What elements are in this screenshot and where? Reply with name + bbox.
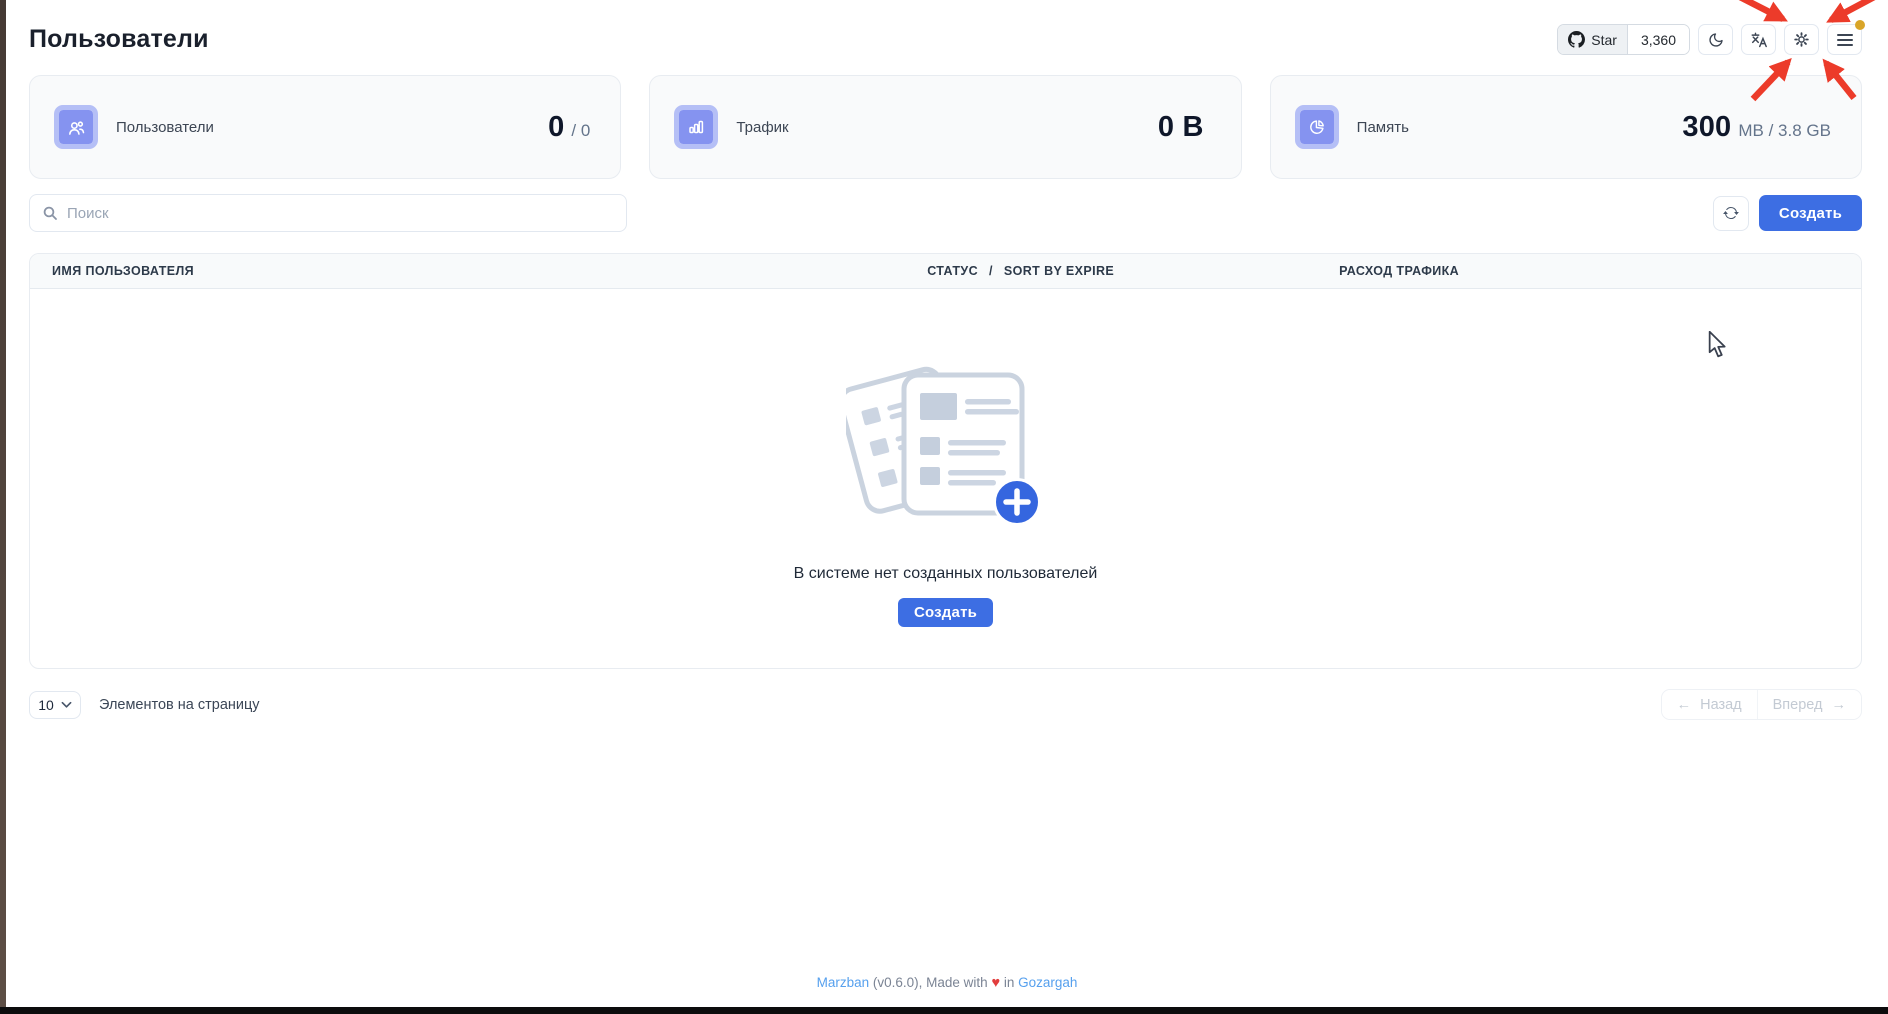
filter-row: Создать [29, 194, 1862, 232]
bar-chart-icon [674, 105, 718, 149]
language-button[interactable] [1741, 24, 1776, 55]
sort-by-expire[interactable]: SORT BY EXPIRE [1004, 264, 1114, 278]
settings-button[interactable] [1784, 24, 1819, 55]
page-size-value: 10 [38, 697, 54, 713]
stat-card-users: Пользователи 0 / 0 [29, 75, 621, 179]
dark-mode-button[interactable] [1698, 24, 1733, 55]
marzban-link[interactable]: Marzban [817, 975, 870, 990]
github-icon [1568, 31, 1585, 48]
pie-chart-icon [1295, 105, 1339, 149]
table-header-row: ИМЯ ПОЛЬЗОВАТЕЛЯ СТАТУС / SORT BY EXPIRE… [30, 254, 1861, 289]
footer-version-text: (v0.6.0), Made with [873, 975, 988, 990]
stat-label: Трафик [736, 119, 788, 136]
plus-icon [994, 480, 1039, 525]
pagination-nav: ← Назад Вперед → [1661, 689, 1862, 720]
github-star-label: Star [1591, 32, 1617, 48]
filter-actions: Создать [1713, 195, 1862, 231]
translate-icon [1750, 31, 1768, 49]
search-icon [42, 205, 58, 221]
column-header-status: СТАТУС / SORT BY EXPIRE [927, 264, 1339, 278]
empty-documents-illustration [846, 345, 1046, 529]
stat-card-memory: Память 300 MB / 3.8 GB [1270, 75, 1862, 179]
github-star-count[interactable]: 3,360 [1627, 25, 1689, 54]
topbar: Пользователи Star 3,360 [29, 0, 1862, 58]
stat-value: 300 MB / 3.8 GB [1682, 111, 1831, 144]
github-star-badge[interactable]: Star 3,360 [1557, 24, 1690, 55]
stat-cards: Пользователи 0 / 0 Трафик 0 B [29, 75, 1862, 179]
stat-card-traffic: Трафик 0 B [649, 75, 1241, 179]
users-page: Пользователи Star 3,360 [6, 0, 1888, 720]
screen-edge-left [0, 0, 6, 1014]
screen-edge-bottom [0, 1007, 1888, 1014]
column-header-username[interactable]: ИМЯ ПОЛЬЗОВАТЕЛЯ [30, 264, 927, 278]
search-box[interactable] [29, 194, 627, 232]
topbar-actions: Star 3,360 [1557, 24, 1862, 55]
chevron-down-icon [61, 701, 72, 709]
refresh-button[interactable] [1713, 196, 1749, 231]
create-user-button[interactable]: Создать [1759, 195, 1862, 231]
moon-icon [1708, 32, 1724, 48]
menu-button[interactable] [1827, 24, 1862, 55]
gozargah-link[interactable]: Gozargah [1018, 975, 1077, 990]
arrow-right-icon: → [1832, 697, 1847, 713]
pagination: 10 Элементов на страницу ← Назад Вперед … [29, 689, 1862, 720]
github-star-button[interactable]: Star [1558, 25, 1627, 54]
users-table: ИМЯ ПОЛЬЗОВАТЕЛЯ СТАТУС / SORT BY EXPIRE… [29, 253, 1862, 669]
page-size-label: Элементов на страницу [99, 697, 260, 713]
column-divider: / [989, 264, 993, 278]
notification-dot [1855, 20, 1865, 30]
page-size-select[interactable]: 10 [29, 691, 81, 719]
empty-state-message: В системе нет созданных пользователей [794, 565, 1098, 583]
stat-label: Пользователи [116, 119, 214, 136]
gear-icon [1793, 31, 1810, 48]
arrow-left-icon: ← [1677, 697, 1692, 713]
refresh-icon [1723, 205, 1739, 221]
footer: Marzban (v0.6.0), Made with ♥ in Gozarga… [6, 975, 1888, 991]
page-title: Пользователи [29, 25, 209, 54]
stat-value: 0 / 0 [548, 111, 590, 144]
footer-in-text: in [1004, 975, 1015, 990]
table-empty-state: В системе нет созданных пользователей Со… [30, 289, 1861, 668]
stat-value: 0 B [1158, 111, 1211, 144]
prev-page-button[interactable]: ← Назад [1662, 690, 1757, 719]
hamburger-icon [1837, 33, 1853, 47]
stat-label: Память [1357, 119, 1409, 136]
sort-by-status[interactable]: СТАТУС [927, 264, 978, 278]
search-input[interactable] [67, 205, 614, 222]
empty-create-button[interactable]: Создать [898, 598, 993, 627]
next-page-button[interactable]: Вперед → [1757, 690, 1861, 719]
column-header-traffic[interactable]: РАСХОД ТРАФИКА [1339, 264, 1861, 278]
heart-icon: ♥ [991, 975, 1000, 991]
users-icon [54, 105, 98, 149]
